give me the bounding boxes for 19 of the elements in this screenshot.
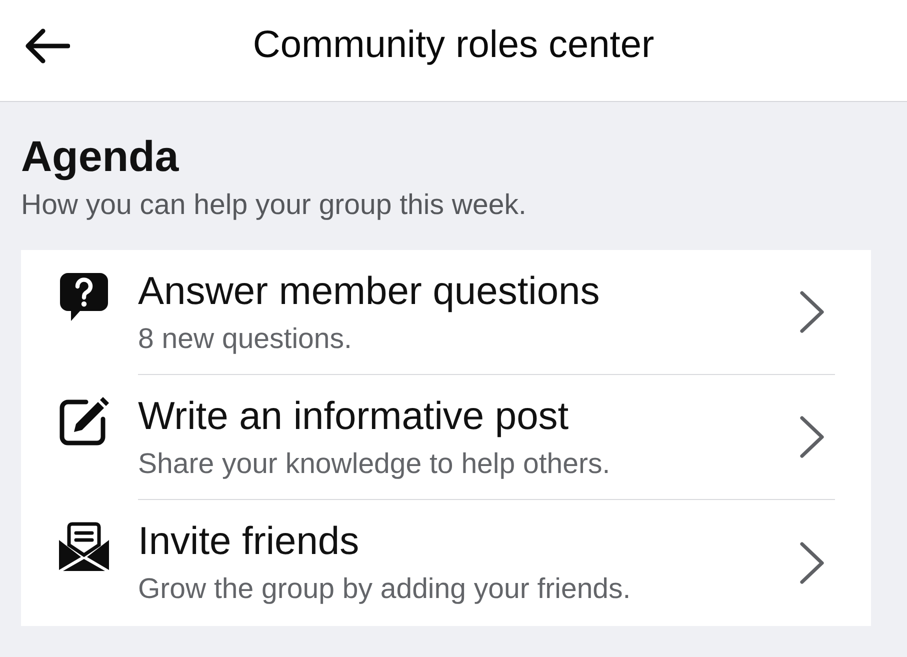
- task-row[interactable]: Invite friends Grow the group by adding your friends.: [21, 500, 871, 626]
- task-title: Invite friends: [138, 520, 360, 564]
- chevron-right-icon: [799, 415, 825, 459]
- envelope-letter-icon: [58, 520, 110, 572]
- task-description: Grow the group by adding your friends.: [138, 572, 631, 606]
- edit-square-icon: [58, 395, 110, 447]
- task-description: 8 new questions.: [138, 322, 352, 356]
- section-subtitle: How you can help your group this week.: [21, 188, 526, 223]
- task-description: Share your knowledge to help others.: [138, 447, 610, 481]
- chevron-right-icon: [799, 290, 825, 334]
- back-arrow-icon: [24, 28, 70, 64]
- task-row[interactable]: Write an informative post Share your knowledge to help others.: [21, 375, 871, 500]
- page-title: Community roles center: [252, 22, 654, 68]
- task-row[interactable]: Answer member questions 8 new questions.: [21, 250, 871, 375]
- task-title: Answer member questions: [138, 270, 600, 314]
- question-bubble-icon: [58, 270, 110, 322]
- chevron-right-icon: [799, 541, 825, 585]
- section-heading: Agenda: [21, 132, 179, 183]
- task-title: Write an informative post: [138, 395, 569, 439]
